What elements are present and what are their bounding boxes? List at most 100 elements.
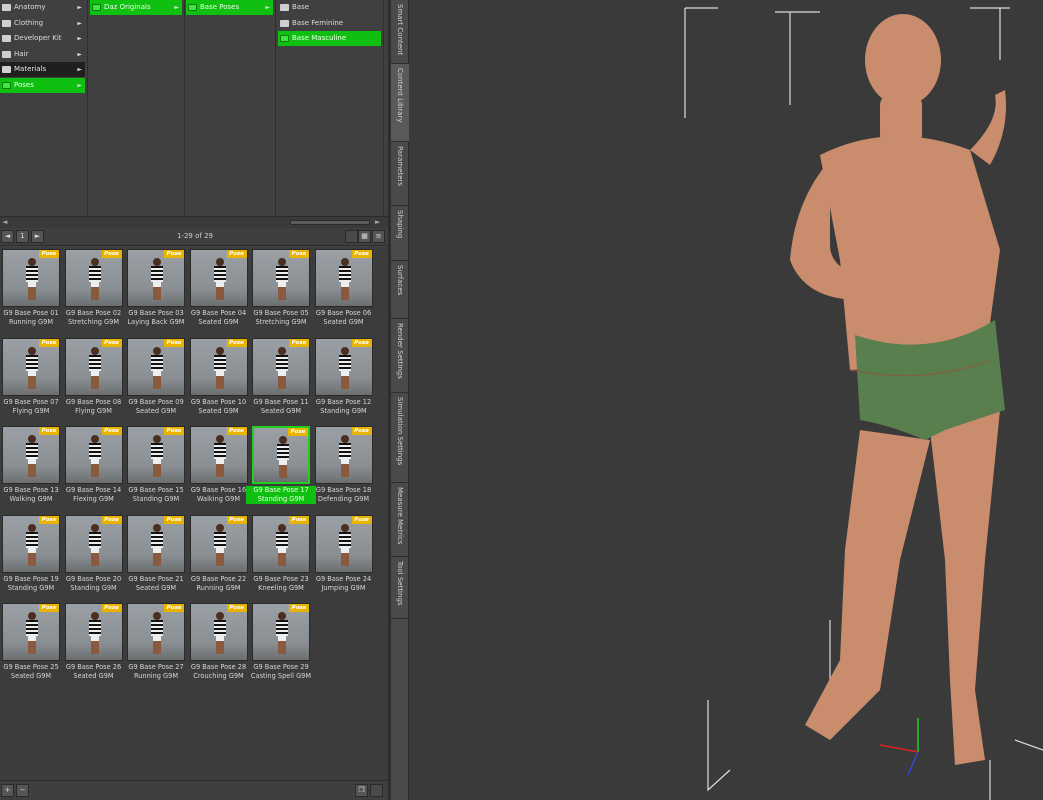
add-button[interactable]: + bbox=[1, 784, 14, 797]
pose-tile[interactable]: Pose G9 Base Pose 12 Standing G9M bbox=[313, 336, 375, 424]
pose-tile[interactable]: Pose G9 Base Pose 14 Flexing G9M bbox=[63, 424, 125, 512]
pose-label: G9 Base Pose 16 Walking G9M bbox=[184, 486, 254, 504]
scrollbar-thumb[interactable] bbox=[290, 220, 370, 225]
pose-subtitle: Jumping G9M bbox=[321, 583, 366, 592]
tab-5[interactable]: Render Settings bbox=[391, 319, 409, 393]
folder-item[interactable]: Anatomy ► bbox=[0, 0, 85, 15]
folder-item-label: Hair bbox=[14, 49, 29, 58]
folder-item[interactable]: Base Masculine bbox=[278, 31, 381, 46]
pose-subtitle: Seated G9M bbox=[73, 672, 114, 681]
folder-icon bbox=[2, 50, 11, 58]
sort-icon[interactable] bbox=[345, 230, 358, 243]
pose-tile[interactable]: Pose G9 Base Pose 21 Seated G9M bbox=[125, 513, 187, 601]
pose-badge: Pose bbox=[226, 427, 247, 436]
pose-tile[interactable]: Pose G9 Base Pose 06 Seated G9M bbox=[313, 247, 375, 335]
tab-6[interactable]: Simulation Settings bbox=[391, 393, 409, 483]
pose-title: G9 Base Pose 22 bbox=[190, 574, 247, 583]
remove-button[interactable]: − bbox=[16, 784, 29, 797]
folder-item[interactable]: Materials ► bbox=[0, 62, 85, 77]
pose-tile[interactable]: Pose G9 Base Pose 09 Seated G9M bbox=[125, 336, 187, 424]
pose-subtitle: Standing G9M bbox=[132, 495, 180, 504]
browser-horizontal-scrollbar[interactable]: ◄ ► bbox=[0, 216, 388, 228]
pose-tile[interactable]: Pose G9 Base Pose 03 Laying Back G9M bbox=[125, 247, 187, 335]
tab-7[interactable]: Measure Metrics bbox=[391, 483, 409, 557]
pose-tile[interactable]: Pose G9 Base Pose 26 Seated G9M bbox=[63, 601, 125, 689]
pose-label: G9 Base Pose 10 Seated G9M bbox=[184, 398, 254, 416]
pose-badge: Pose bbox=[226, 250, 247, 258]
folder-icon bbox=[2, 66, 11, 73]
scroll-right-icon[interactable]: ► bbox=[375, 218, 380, 226]
folder-item[interactable]: Clothing ► bbox=[0, 16, 85, 31]
folder-column-4: Base Base Feminine Base Masculine bbox=[278, 0, 384, 216]
pose-tile[interactable]: Pose G9 Base Pose 13 Walking G9M bbox=[0, 424, 62, 512]
pose-tile[interactable]: Pose G9 Base Pose 23 Kneeling G9M bbox=[250, 513, 312, 601]
folder-item[interactable]: Poses ► bbox=[0, 77, 85, 93]
prev-page-button[interactable]: ◄ bbox=[1, 230, 14, 243]
pose-tile[interactable]: Pose G9 Base Pose 02 Stretching G9M bbox=[63, 247, 125, 335]
folder-item-label: Anatomy bbox=[14, 3, 46, 11]
pose-tile[interactable]: Pose G9 Base Pose 22 Running G9M bbox=[188, 513, 250, 601]
pose-tile[interactable]: Pose G9 Base Pose 10 Seated G9M bbox=[188, 336, 250, 424]
pose-label: G9 Base Pose 13 Walking G9M bbox=[0, 486, 66, 504]
pose-title: G9 Base Pose 05 bbox=[253, 309, 309, 317]
pose-label: G9 Base Pose 05 Stretching G9M bbox=[246, 309, 316, 327]
pose-tile[interactable]: Pose G9 Base Pose 01 Running G9M bbox=[0, 247, 62, 335]
tab-1[interactable]: Content Library bbox=[391, 64, 409, 142]
pose-tile[interactable]: Pose G9 Base Pose 29 Casting Spell G9M bbox=[250, 601, 312, 689]
pose-label: G9 Base Pose 17 Standing G9M bbox=[246, 486, 316, 505]
pose-tile[interactable]: Pose G9 Base Pose 20 Standing G9M bbox=[63, 513, 125, 601]
list-view-icon[interactable]: ≡ bbox=[372, 230, 385, 243]
folder-item-label: Poses bbox=[14, 80, 34, 89]
pose-tile[interactable]: Pose G9 Base Pose 17 Standing G9M bbox=[246, 424, 316, 512]
folder-item[interactable]: Base bbox=[278, 0, 381, 15]
pose-tile[interactable]: Pose G9 Base Pose 07 Flying G9M bbox=[0, 336, 62, 424]
pose-figure-icon bbox=[150, 523, 164, 568]
pose-tile[interactable]: Pose G9 Base Pose 24 Jumping G9M bbox=[313, 513, 375, 601]
pose-tile[interactable]: Pose G9 Base Pose 04 Seated G9M bbox=[188, 247, 250, 335]
tab-8[interactable]: Tool Settings bbox=[391, 557, 409, 619]
pose-tile[interactable]: Pose G9 Base Pose 25 Seated G9M bbox=[0, 601, 62, 689]
tab-3[interactable]: Shaping bbox=[391, 206, 409, 261]
folder-item-label: Base bbox=[292, 3, 310, 11]
pose-subtitle: Standing G9M bbox=[320, 406, 367, 415]
tab-2[interactable]: Parameters bbox=[391, 142, 409, 206]
folder-item[interactable]: Developer Kit ► bbox=[0, 31, 85, 46]
folder-item[interactable]: Base Poses ► bbox=[186, 0, 273, 15]
pose-tile[interactable]: Pose G9 Base Pose 16 Walking G9M bbox=[188, 424, 250, 512]
pose-figure-icon bbox=[213, 612, 227, 656]
pose-tile[interactable]: Pose G9 Base Pose 15 Standing G9M bbox=[125, 424, 187, 512]
pose-tile[interactable]: Pose G9 Base Pose 18 Defending G9M bbox=[313, 424, 375, 512]
tab-label: Render Settings bbox=[396, 323, 404, 379]
folder-item[interactable]: Base Feminine bbox=[278, 16, 381, 31]
pose-tile[interactable]: Pose G9 Base Pose 27 Running G9M bbox=[125, 601, 187, 689]
pose-figure-icon bbox=[275, 523, 289, 568]
pose-tile[interactable]: Pose G9 Base Pose 05 Stretching G9M bbox=[250, 247, 312, 335]
pose-tile[interactable]: Pose G9 Base Pose 11 Seated G9M bbox=[250, 336, 312, 424]
pose-tile[interactable]: Pose G9 Base Pose 08 Flying G9M bbox=[63, 336, 125, 424]
grid-view-icon[interactable]: ▦ bbox=[358, 230, 371, 243]
next-page-button[interactable]: ► bbox=[31, 230, 44, 243]
3d-viewport[interactable] bbox=[410, 0, 1043, 800]
pose-subtitle: Seated G9M bbox=[10, 672, 52, 681]
pose-thumbnail: Pose bbox=[189, 426, 248, 485]
pose-thumbnail: Pose bbox=[64, 337, 123, 396]
folder-icon bbox=[280, 19, 289, 27]
expand-arrow-icon: ► bbox=[265, 4, 270, 11]
pose-title: G9 Base Pose 24 bbox=[315, 574, 372, 583]
scroll-left-icon[interactable]: ◄ bbox=[2, 218, 7, 226]
pose-subtitle: Flying G9M bbox=[75, 406, 112, 415]
pose-thumbnail: Pose bbox=[252, 337, 310, 396]
copy-icon[interactable]: ❐ bbox=[355, 784, 368, 797]
pose-tile[interactable]: Pose G9 Base Pose 28 Crouching G9M bbox=[188, 601, 250, 689]
pose-title: G9 Base Pose 19 bbox=[3, 574, 59, 583]
options-icon[interactable] bbox=[370, 784, 383, 797]
pose-tile[interactable]: Pose G9 Base Pose 19 Standing G9M bbox=[0, 513, 62, 601]
pose-label: G9 Base Pose 15 Standing G9M bbox=[121, 486, 191, 504]
tab-0[interactable]: Smart Content bbox=[391, 0, 409, 64]
pose-subtitle: Defending G9M bbox=[317, 495, 370, 504]
tab-4[interactable]: Surfaces bbox=[391, 261, 409, 319]
page-number-field[interactable]: 1 bbox=[16, 230, 29, 243]
folder-item[interactable]: Hair ► bbox=[0, 47, 85, 62]
folder-item[interactable]: Daz Originals ► bbox=[90, 0, 182, 15]
pose-title: G9 Base Pose 16 bbox=[190, 486, 247, 495]
